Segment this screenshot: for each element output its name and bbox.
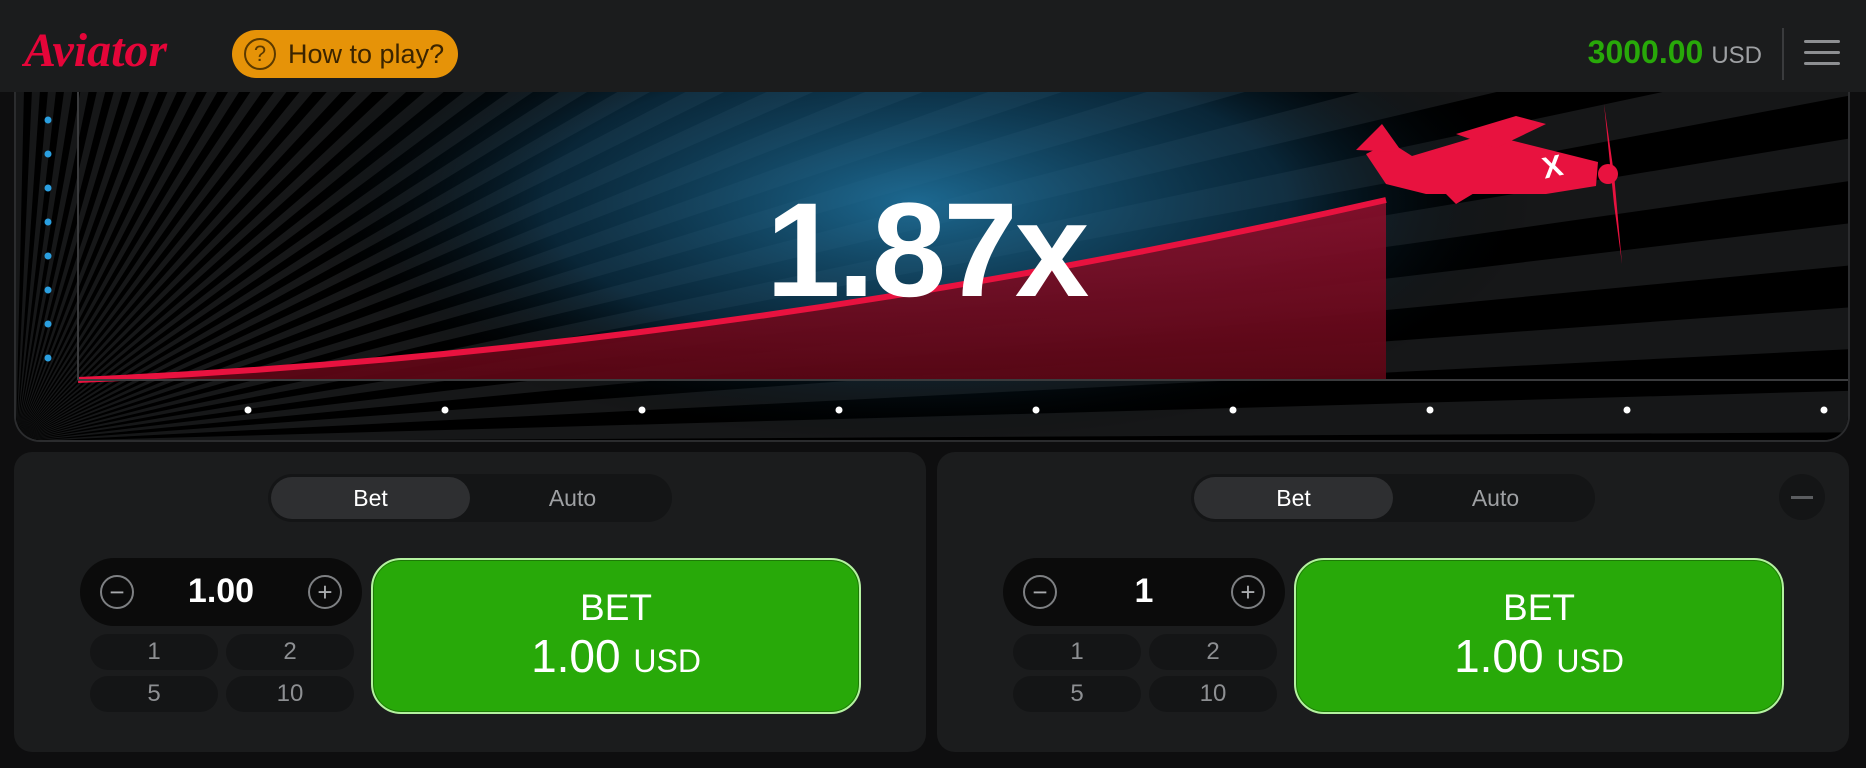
tab-auto[interactable]: Auto xyxy=(473,474,672,522)
tab-bet[interactable]: Bet xyxy=(1194,477,1393,519)
bet-button-currency: USD xyxy=(1556,642,1624,679)
quick-amount-5[interactable]: 5 xyxy=(1013,676,1141,712)
remove-panel-button[interactable] xyxy=(1779,474,1825,520)
quick-amount-1[interactable]: 1 xyxy=(90,634,218,670)
x-axis-dot xyxy=(835,406,843,414)
hamburger-menu-icon[interactable] xyxy=(1804,40,1840,68)
multiplier-display: 1.87x xyxy=(766,176,1089,325)
x-axis-dot xyxy=(441,406,449,414)
help-icon: ? xyxy=(244,38,276,70)
y-axis-dot xyxy=(44,354,52,362)
tab-auto[interactable]: Auto xyxy=(1396,474,1595,522)
minus-icon[interactable]: − xyxy=(100,575,134,609)
bet-button-value: 1.00 xyxy=(531,629,621,682)
quick-amount-10[interactable]: 10 xyxy=(226,676,354,712)
quick-amount-2[interactable]: 2 xyxy=(1149,634,1277,670)
balance: 3000.00 USD xyxy=(1588,34,1762,71)
bet-panel-2: Bet Auto − 1 + 1 2 5 10 BET 1.00 USD xyxy=(937,452,1849,752)
plus-icon[interactable]: + xyxy=(1231,575,1265,609)
balance-amount: 3000.00 xyxy=(1587,34,1704,70)
bet-button-title: BET xyxy=(1503,586,1575,628)
quick-amount-1[interactable]: 1 xyxy=(1013,634,1141,670)
bet-mode-tabs: Bet Auto xyxy=(1191,474,1595,522)
bet-panel-1: Bet Auto − 1.00 + 1 2 5 10 BET 1.00 USD xyxy=(14,452,926,752)
y-axis-dot xyxy=(44,218,52,226)
plus-icon[interactable]: + xyxy=(308,575,342,609)
header-divider xyxy=(1782,28,1784,80)
y-axis-dot xyxy=(44,320,52,328)
top-bar: Aviator ? How to play? 3000.00 USD xyxy=(0,0,1866,92)
bet-button[interactable]: BET 1.00 USD xyxy=(371,558,861,714)
amount-stepper: − 1.00 + xyxy=(80,558,362,626)
x-axis-dot xyxy=(638,406,646,414)
y-axis-dot xyxy=(44,286,52,294)
balance-currency: USD xyxy=(1711,42,1762,69)
y-axis-dot xyxy=(44,116,52,124)
bet-button-title: BET xyxy=(580,586,652,628)
logo-text: Aviator xyxy=(22,24,168,77)
tab-bet[interactable]: Bet xyxy=(271,477,470,519)
bet-amount-input[interactable]: 1.00 xyxy=(140,572,302,611)
minus-icon[interactable]: − xyxy=(1023,575,1057,609)
quick-amount-2[interactable]: 2 xyxy=(226,634,354,670)
bet-button-value: 1.00 xyxy=(1454,629,1544,682)
game-stage: X 1.87x xyxy=(14,92,1850,442)
bet-mode-tabs: Bet Auto xyxy=(268,474,672,522)
y-axis-dot xyxy=(44,184,52,192)
y-axis-dot xyxy=(44,150,52,158)
aviator-logo: Aviator xyxy=(22,24,168,77)
y-axis-dot xyxy=(44,252,52,260)
amount-stepper: − 1 + xyxy=(1003,558,1285,626)
quick-amount-10[interactable]: 10 xyxy=(1149,676,1277,712)
bet-amount-input[interactable]: 1 xyxy=(1063,572,1225,611)
minus-icon xyxy=(1791,495,1813,499)
bet-button-currency: USD xyxy=(633,642,701,679)
how-to-play-label: How to play? xyxy=(288,38,445,69)
quick-amount-5[interactable]: 5 xyxy=(90,676,218,712)
how-to-play-button[interactable]: ? How to play? xyxy=(232,30,458,78)
bet-button[interactable]: BET 1.00 USD xyxy=(1294,558,1784,714)
x-axis-dot xyxy=(1623,406,1631,414)
x-axis-dot xyxy=(1229,406,1237,414)
x-axis-dot xyxy=(1032,406,1040,414)
x-axis-dot xyxy=(1820,406,1828,414)
x-axis-dot xyxy=(1426,406,1434,414)
x-axis-dot xyxy=(244,406,252,414)
